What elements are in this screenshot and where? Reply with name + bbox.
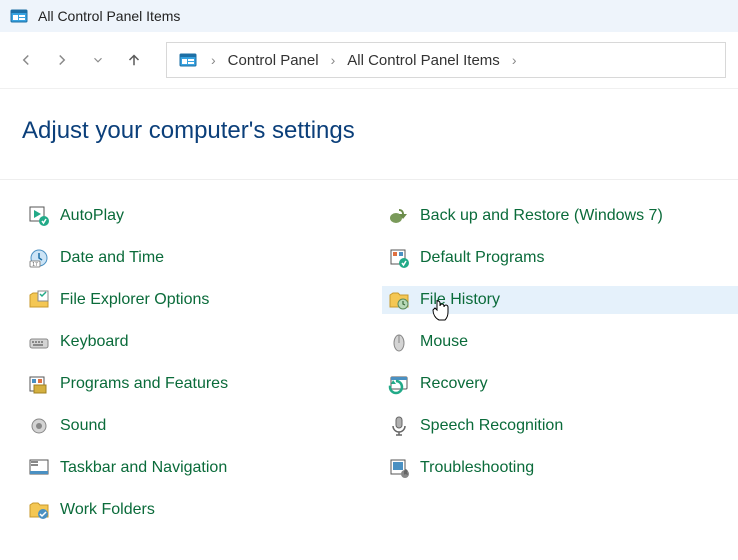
cp-item-label: Taskbar and Navigation [60,459,227,477]
chevron-right-icon: › [510,52,519,68]
cp-item-autoplay[interactable]: AutoPlay [22,202,382,230]
up-button[interactable] [120,46,148,74]
control-panel-icon [8,5,30,27]
cp-item-label: Speech Recognition [420,417,563,435]
backup-icon [388,205,410,227]
microphone-icon [388,415,410,437]
cp-item-filehistory[interactable]: File History [382,286,738,314]
control-panel-icon [177,49,199,71]
recent-dropdown[interactable] [84,46,112,74]
cp-item-workfolders[interactable]: Work Folders [22,496,382,524]
page-title: Adjust your computer's settings [0,89,738,179]
programs-icon [28,373,50,395]
recovery-icon [388,373,410,395]
cp-item-label: AutoPlay [60,207,124,225]
window-title: All Control Panel Items [38,8,180,24]
troubleshoot-icon [388,457,410,479]
navbar: › Control Panel › All Control Panel Item… [0,32,738,89]
svg-text:17: 17 [32,262,38,268]
mouse-icon [388,331,410,353]
chevron-right-icon: › [209,52,218,68]
cp-item-label: Troubleshooting [420,459,534,477]
cp-item-label: Programs and Features [60,375,228,393]
addressbar[interactable]: › Control Panel › All Control Panel Item… [166,42,726,78]
default-programs-icon [388,247,410,269]
work-folders-icon [28,499,50,521]
forward-button[interactable] [48,46,76,74]
cp-item-label: Work Folders [60,501,155,519]
file-history-icon [388,289,410,311]
cp-item-label: Keyboard [60,333,129,351]
breadcrumb-current[interactable]: All Control Panel Items [347,52,500,69]
taskbar-icon [28,457,50,479]
cp-item-backup[interactable]: Back up and Restore (Windows 7) [382,202,738,230]
cp-item-taskbar[interactable]: Taskbar and Navigation [22,454,382,482]
cp-item-datetime[interactable]: 17 Date and Time [22,244,382,272]
cp-item-speech[interactable]: Speech Recognition [382,412,738,440]
cp-item-troubleshoot[interactable]: Troubleshooting [382,454,738,482]
clock-icon: 17 [28,247,50,269]
cp-item-label: Date and Time [60,249,164,267]
folder-options-icon [28,289,50,311]
keyboard-icon [28,331,50,353]
cp-item-label: File Explorer Options [60,291,209,309]
cp-item-sound[interactable]: Sound [22,412,382,440]
cp-item-keyboard[interactable]: Keyboard [22,328,382,356]
cp-item-programs[interactable]: Programs and Features [22,370,382,398]
cp-item-label: Mouse [420,333,468,351]
cp-item-mouse[interactable]: Mouse [382,328,738,356]
cp-item-label: Recovery [420,375,488,393]
cp-item-label: Sound [60,417,106,435]
items-grid: AutoPlay Back up and Restore (Windows 7)… [0,180,738,546]
titlebar: All Control Panel Items [0,0,738,32]
cp-item-label: Default Programs [420,249,545,267]
sound-icon [28,415,50,437]
chevron-right-icon: › [329,52,338,68]
cp-item-label: Back up and Restore (Windows 7) [420,207,663,225]
breadcrumb-root[interactable]: Control Panel [228,52,319,69]
back-button[interactable] [12,46,40,74]
cp-item-label: File History [420,291,500,309]
autoplay-icon [28,205,50,227]
cp-item-default[interactable]: Default Programs [382,244,738,272]
cp-item-explorer[interactable]: File Explorer Options [22,286,382,314]
cp-item-recovery[interactable]: Recovery [382,370,738,398]
